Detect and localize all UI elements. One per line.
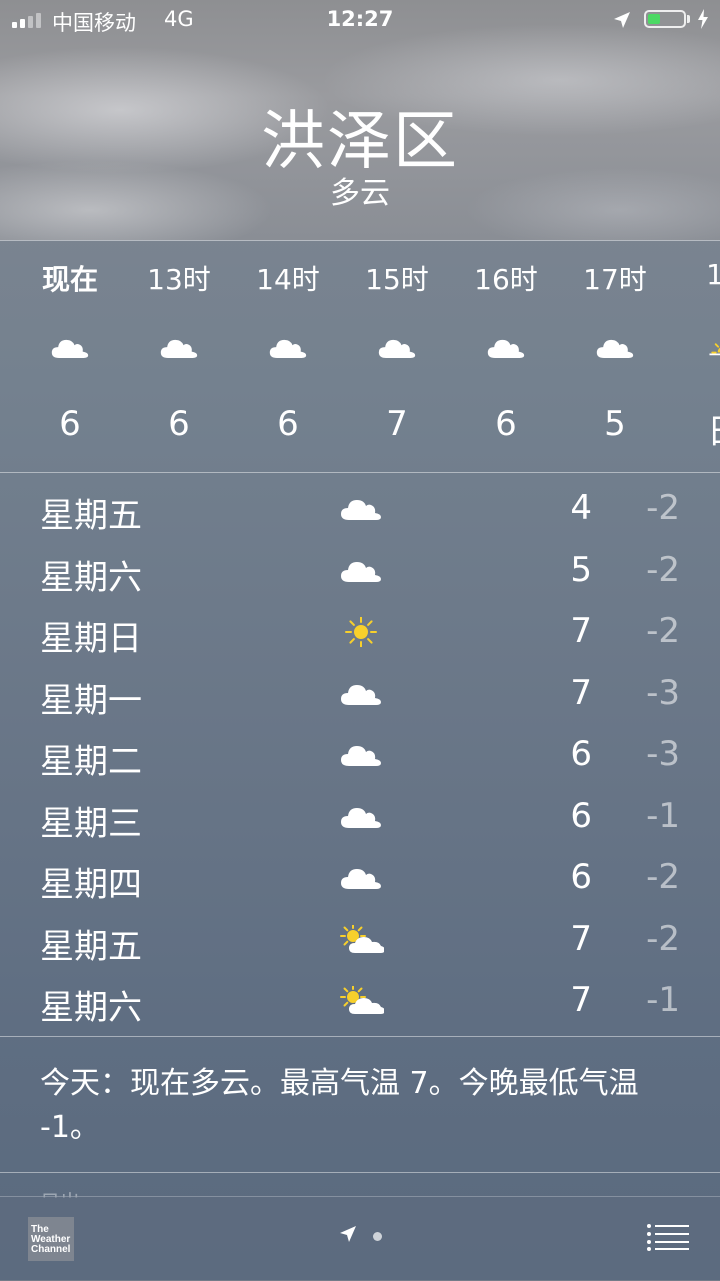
hourly-temp: 7 [386, 404, 408, 444]
day-name: 星期二 [40, 742, 142, 782]
low-temp: -1 [646, 795, 680, 836]
hourly-time: 13时 [147, 263, 211, 296]
low-temp: -3 [646, 672, 680, 713]
hourly-temp: 6 [495, 404, 517, 444]
day-name: 星期六 [40, 557, 142, 598]
daily-row: 星期六 5 -2 [0, 538, 720, 600]
daily-row: 星期一 7 -3 [0, 661, 720, 723]
divider-hourly [0, 472, 720, 473]
high-temp: 5 [570, 549, 592, 590]
low-temp: -2 [646, 611, 680, 651]
cloud-icon [268, 334, 308, 360]
today-summary: 今天：现在多云。最高气温 7。今晚最低气温 -1。 [40, 1066, 639, 1145]
bottom-toolbar: The Weather Channel [0, 1196, 720, 1281]
weather-channel-logo[interactable]: The Weather Channel [28, 1217, 74, 1261]
sun-icon [338, 616, 384, 648]
day-name: 星期四 [40, 865, 142, 905]
hourly-temp: 6 [277, 404, 299, 444]
day-name: 星期五 [40, 496, 142, 536]
hourly-time: 15时 [365, 263, 429, 296]
daily-row: 星期日 7 -2 [0, 599, 720, 661]
hourly-forecast[interactable]: 现在 6 13时 6 14时 6 15时 7 16时 6 17时 5 17 日 [0, 242, 720, 472]
partly-sunny-icon [338, 922, 385, 955]
low-temp: -2 [646, 857, 680, 897]
day-name: 星期一 [40, 680, 142, 721]
charging-bolt-icon [698, 9, 708, 29]
partly-sunny-icon [338, 984, 385, 1016]
hourly-time: 17 [706, 258, 720, 291]
low-temp: -3 [646, 734, 680, 774]
daily-row: 星期三 6 -1 [0, 784, 720, 846]
high-temp: 7 [570, 980, 592, 1020]
cloud-icon [486, 334, 526, 360]
day-name: 星期六 [40, 988, 142, 1028]
page-indicator-dot[interactable] [373, 1232, 382, 1241]
cloud-icon [338, 556, 384, 586]
hourly-time: 现在 [41, 263, 98, 296]
daily-forecast[interactable]: 星期五 4 -2 星期六 5 -2 星期日 7 -2 星期一 7 -3 星期二 6 -3 星期三 6 -1 星期四 6… [0, 476, 720, 1030]
high-temp: 6 [570, 857, 592, 897]
high-temp: 7 [570, 611, 592, 651]
battery-tip [687, 15, 690, 23]
cloud-icon [338, 679, 384, 709]
sunset-icon [704, 334, 720, 360]
divider-summary [0, 1172, 720, 1173]
high-temp: 6 [570, 795, 592, 836]
city-list-icon[interactable] [646, 1223, 690, 1251]
day-name: 星期日 [40, 619, 142, 659]
current-location-icon[interactable] [338, 1224, 358, 1244]
cloud-icon [159, 334, 199, 360]
daily-row: 星期六 7 -1 [0, 968, 720, 1030]
low-temp: -2 [646, 488, 680, 528]
cloud-icon [338, 740, 384, 770]
cloud-icon [595, 334, 635, 360]
high-temp: 7 [570, 672, 592, 713]
status-bar: 中国移动 4G 12:27 [0, 0, 720, 40]
daily-row: 星期五 7 -2 [0, 907, 720, 969]
low-temp: -1 [646, 980, 680, 1020]
hourly-temp: 日 [674, 404, 720, 453]
low-temp: -2 [646, 918, 680, 959]
daily-row: 星期二 6 -3 [0, 722, 720, 784]
cloud-icon [338, 802, 384, 832]
day-name: 星期五 [40, 926, 142, 967]
hourly-temp: 5 [604, 404, 626, 444]
current-condition: 多云 [330, 176, 390, 211]
cloud-icon [338, 494, 384, 524]
cloud-icon [377, 334, 417, 360]
battery-icon [644, 10, 686, 28]
day-name: 星期三 [40, 803, 142, 844]
high-temp: 7 [570, 918, 592, 959]
location-services-icon [614, 12, 630, 28]
hourly-temp: 6 [59, 404, 81, 444]
daily-row: 星期四 6 -2 [0, 845, 720, 907]
hourly-temp: 6 [168, 404, 190, 444]
cloud-icon [338, 863, 384, 893]
hourly-time: 17时 [583, 263, 647, 296]
cloud-icon [50, 334, 90, 360]
hourly-time: 16时 [474, 263, 538, 296]
hourly-time: 14时 [256, 263, 320, 296]
high-temp: 6 [570, 734, 592, 774]
high-temp: 4 [570, 488, 592, 528]
daily-row: 星期五 4 -2 [0, 476, 720, 538]
low-temp: -2 [646, 549, 680, 590]
divider-top [0, 240, 720, 241]
divider-daily [0, 1036, 720, 1037]
